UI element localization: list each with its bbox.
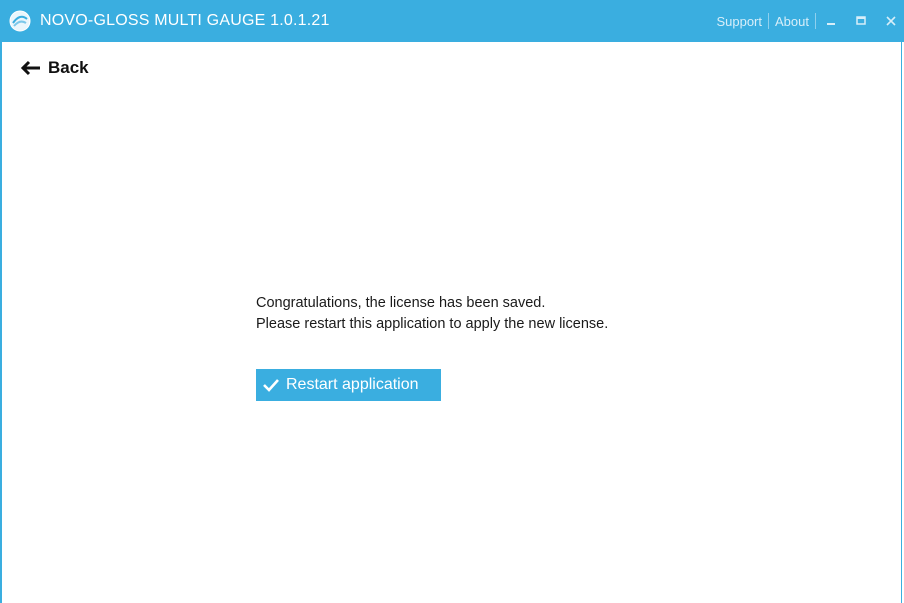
minimize-icon bbox=[827, 23, 835, 25]
message-line-saved: Congratulations, the license has been sa… bbox=[256, 295, 546, 311]
checkmark-icon bbox=[263, 379, 279, 392]
window-title: NOVO-GLOSS MULTI GAUGE 1.0.1.21 bbox=[40, 12, 330, 29]
back-button[interactable]: Back bbox=[20, 58, 89, 78]
close-icon bbox=[886, 16, 896, 26]
title-actions: Support About bbox=[710, 0, 904, 42]
about-link[interactable]: About bbox=[769, 14, 815, 29]
restart-application-button[interactable]: Restart application bbox=[256, 369, 441, 401]
close-button[interactable] bbox=[876, 0, 904, 42]
support-link[interactable]: Support bbox=[710, 14, 768, 29]
arrow-left-icon bbox=[20, 60, 40, 76]
maximize-button[interactable] bbox=[846, 0, 876, 42]
message-line-restart: Please restart this application to apply… bbox=[256, 316, 609, 332]
restart-label: Restart application bbox=[286, 376, 419, 393]
back-label: Back bbox=[48, 58, 89, 77]
maximize-icon bbox=[856, 16, 866, 25]
license-message: Congratulations, the license has been sa… bbox=[256, 293, 608, 335]
minimize-button[interactable] bbox=[816, 0, 846, 42]
app-logo-icon bbox=[8, 9, 32, 33]
app-window: NOVO-GLOSS MULTI GAUGE 1.0.1.21 Support … bbox=[0, 0, 904, 603]
title-bar: NOVO-GLOSS MULTI GAUGE 1.0.1.21 Support … bbox=[2, 0, 904, 42]
